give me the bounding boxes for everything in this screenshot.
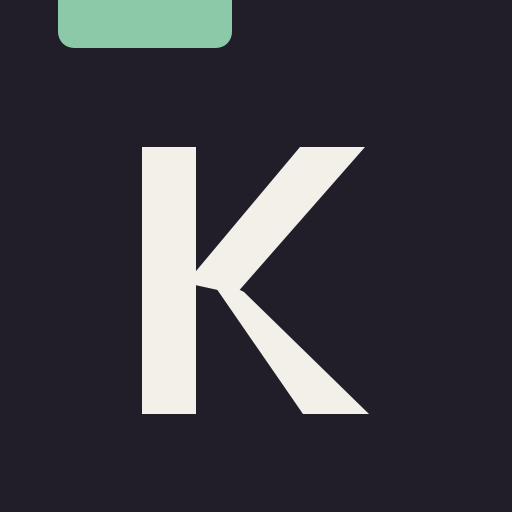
k-upper-arm: [186, 147, 365, 294]
k-letter-logo: [142, 147, 369, 414]
app-icon: [0, 0, 512, 512]
k-stem: [142, 147, 196, 414]
k-lower-leg: [205, 272, 369, 414]
